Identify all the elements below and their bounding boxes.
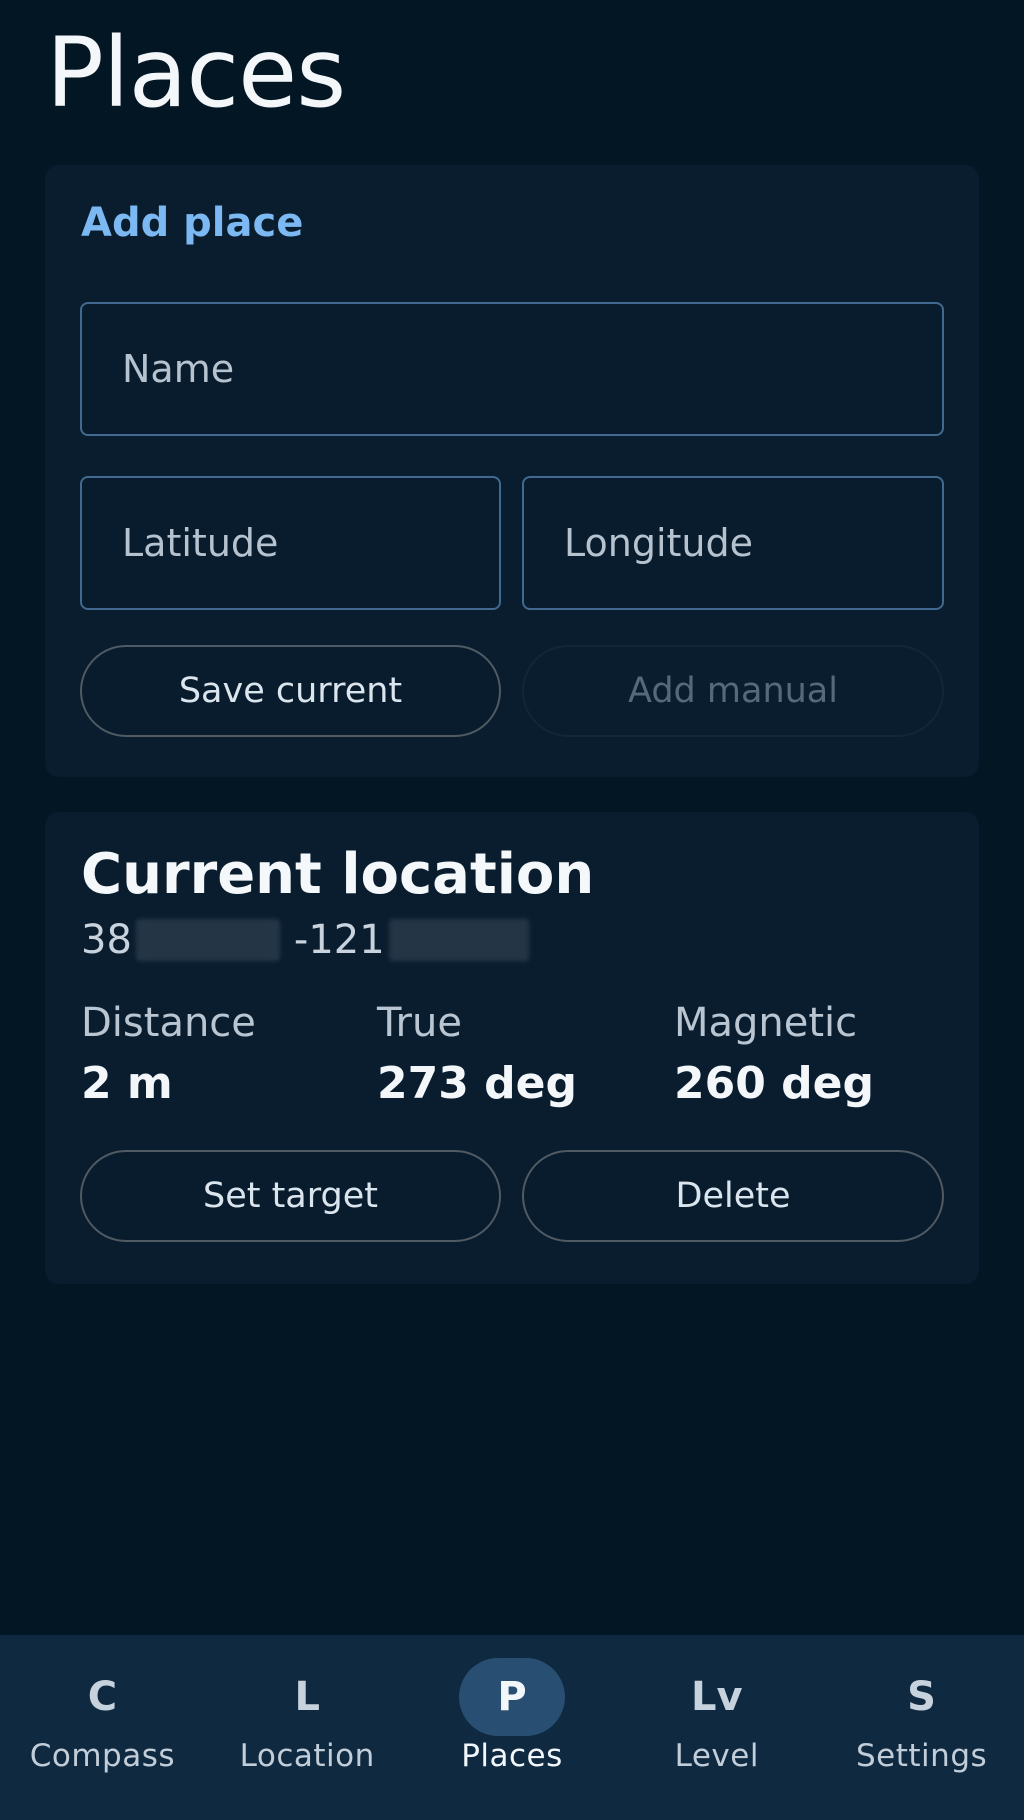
- level-icon: Lv: [691, 1674, 743, 1720]
- bottom-navigation: C Compass L Location P Places Lv Level S…: [0, 1635, 1024, 1820]
- nav-item-settings[interactable]: S Settings: [819, 1635, 1024, 1820]
- compass-icon: C: [87, 1674, 118, 1720]
- nav-label-level: Level: [674, 1738, 759, 1774]
- distance-stat: Distance 2 m: [81, 1000, 256, 1109]
- location-icon: L: [294, 1674, 320, 1720]
- nav-label-compass: Compass: [29, 1738, 176, 1774]
- delete-button[interactable]: Delete: [522, 1150, 944, 1242]
- magnetic-bearing-label: Magnetic: [674, 1000, 858, 1046]
- places-icon: P: [458, 1658, 565, 1736]
- nav-item-places[interactable]: P Places: [410, 1635, 615, 1820]
- true-bearing-label: True: [377, 1000, 462, 1046]
- longitude-value: -121: [293, 917, 385, 963]
- nav-item-level[interactable]: Lv Level: [614, 1635, 819, 1820]
- add-place-title: Add place: [81, 200, 304, 246]
- place-name: Current location: [81, 842, 595, 907]
- nav-label-location: Location: [239, 1738, 375, 1774]
- nav-label-settings: Settings: [856, 1738, 988, 1774]
- latitude-value: 38: [81, 917, 132, 963]
- set-target-button[interactable]: Set target: [80, 1150, 501, 1242]
- name-input[interactable]: Name: [80, 302, 944, 436]
- redacted-longitude: [388, 919, 529, 961]
- longitude-input[interactable]: Longitude: [522, 476, 944, 610]
- true-bearing-stat: True 273 deg: [377, 1000, 577, 1109]
- place-coordinates: 38 -121: [81, 915, 529, 965]
- add-manual-button[interactable]: Add manual: [522, 645, 944, 737]
- nav-item-location[interactable]: L Location: [205, 1635, 410, 1820]
- redacted-latitude: [135, 919, 280, 961]
- true-bearing-value: 273 deg: [377, 1058, 577, 1109]
- places-screen: Places Add place Name Latitude Longitude…: [0, 0, 1024, 1820]
- nav-label-places: Places: [461, 1738, 563, 1774]
- distance-label: Distance: [81, 1000, 256, 1046]
- page-title: Places: [46, 17, 346, 129]
- distance-value: 2 m: [81, 1058, 173, 1109]
- nav-item-compass[interactable]: C Compass: [0, 1635, 205, 1820]
- magnetic-bearing-stat: Magnetic 260 deg: [674, 1000, 874, 1109]
- save-current-button[interactable]: Save current: [80, 645, 501, 737]
- latitude-input[interactable]: Latitude: [80, 476, 501, 610]
- magnetic-bearing-value: 260 deg: [674, 1058, 874, 1109]
- settings-icon: S: [907, 1674, 936, 1720]
